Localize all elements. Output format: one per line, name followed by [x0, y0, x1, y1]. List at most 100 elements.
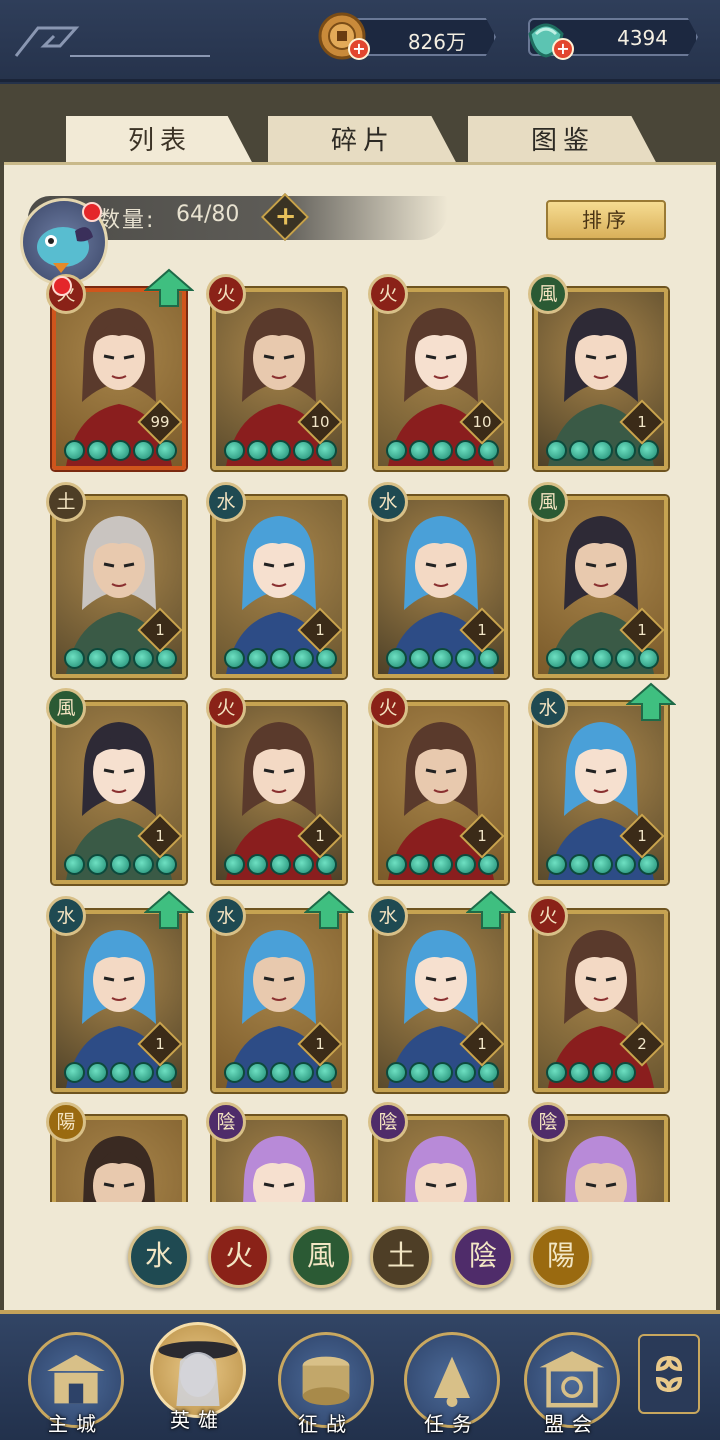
star-icon	[110, 1062, 131, 1083]
element-badge-wind: 風	[528, 274, 568, 314]
star-icon	[224, 440, 245, 461]
top-bar: 826万 + 4394 +	[0, 0, 720, 82]
level-value: 2	[637, 1035, 647, 1053]
bottom-nav: 主城 英雄 征战 任务 盟会	[0, 1310, 720, 1440]
tab-fragments[interactable]: 碎片	[268, 116, 458, 166]
nav-quests-button[interactable]: 任务	[402, 1330, 502, 1440]
hero-card[interactable]: 1	[52, 496, 186, 678]
star-icon	[133, 648, 154, 669]
hero-card[interactable]: 1	[534, 496, 668, 678]
hero-count-value: 64/80	[176, 202, 240, 227]
star-icon	[110, 648, 131, 669]
level-value: 1	[637, 827, 647, 845]
element-badge-water: 水	[206, 896, 246, 936]
level-value: 1	[477, 1035, 487, 1053]
hero-card[interactable]: 1	[534, 288, 668, 470]
star-icon	[247, 440, 268, 461]
filter-earth-button[interactable]: 土	[370, 1226, 432, 1288]
star-icon	[133, 854, 154, 875]
level-value: 1	[315, 1035, 325, 1053]
hero-portrait-icon	[158, 1341, 238, 1406]
star-icon	[546, 648, 567, 669]
upgrade-arrow-icon	[466, 890, 516, 929]
star-icon	[409, 854, 430, 875]
filter-wind-button[interactable]: 風	[290, 1226, 352, 1288]
hero-card[interactable]: 1	[212, 702, 346, 884]
star-icon	[247, 1062, 268, 1083]
star-icon	[270, 648, 291, 669]
filter-water-button[interactable]: 水	[128, 1226, 190, 1288]
star-icon	[293, 648, 314, 669]
star-icon	[133, 440, 154, 461]
level-value: 1	[155, 1035, 165, 1053]
filter-yin-button[interactable]: 陰	[452, 1226, 514, 1288]
star-icon	[224, 1062, 245, 1083]
notification-dot	[82, 202, 102, 222]
hero-card[interactable]: 1	[534, 702, 668, 884]
element-badge-fire: 火	[368, 274, 408, 314]
level-value: 10	[472, 413, 492, 431]
hero-card[interactable]: 1	[374, 910, 508, 1092]
star-icon	[247, 648, 268, 669]
hero-card[interactable]: 2	[534, 910, 668, 1092]
hero-card[interactable]: 1	[212, 496, 346, 678]
hero-card[interactable]: 1	[52, 702, 186, 884]
star-icon	[592, 648, 613, 669]
star-icon	[386, 440, 407, 461]
star-icon	[569, 648, 590, 669]
level-value: 1	[637, 413, 647, 431]
sort-button[interactable]: 排序	[546, 200, 666, 240]
flower-menu-icon	[655, 1355, 683, 1393]
more-menu-button[interactable]	[638, 1334, 700, 1414]
hero-count-label: 数量:	[98, 208, 156, 233]
element-badge-water: 水	[206, 482, 246, 522]
element-badge-water: 水	[368, 482, 408, 522]
nav-campaign-button[interactable]: 征战	[276, 1330, 376, 1440]
star-icon	[224, 854, 245, 875]
hero-card[interactable]: 99	[52, 288, 186, 470]
upgrade-arrow-icon	[144, 268, 194, 307]
hero-card[interactable]: 10	[374, 288, 508, 470]
star-icon	[409, 1062, 430, 1083]
filter-yang-button[interactable]: 陽	[530, 1226, 592, 1288]
element-badge-fire: 火	[368, 688, 408, 728]
star-icon	[409, 648, 430, 669]
tab-codex[interactable]: 图鉴	[468, 116, 658, 166]
nav-heroes-button[interactable]: 英雄	[148, 1320, 248, 1432]
star-icon	[293, 1062, 314, 1083]
hero-card[interactable]: 10	[212, 288, 346, 470]
star-icon	[455, 854, 476, 875]
hero-card[interactable]: 1	[212, 910, 346, 1092]
level-value: 10	[310, 413, 330, 431]
element-badge-fire: 火	[206, 688, 246, 728]
nav-guild-button[interactable]: 盟会	[522, 1330, 622, 1440]
star-icon	[432, 1062, 453, 1083]
hero-card[interactable]: 1	[374, 702, 508, 884]
star-icon	[247, 854, 268, 875]
nav-home-button[interactable]: 主城	[26, 1330, 126, 1440]
star-icon	[455, 648, 476, 669]
level-value: 1	[315, 827, 325, 845]
add-jade-button[interactable]: +	[552, 38, 574, 60]
hero-card[interactable]: 1	[52, 910, 186, 1092]
level-value: 99	[150, 413, 170, 431]
hero-card[interactable]: 1	[374, 496, 508, 678]
element-badge-fire: 火	[528, 896, 568, 936]
star-rating	[546, 1062, 636, 1084]
star-icon	[64, 440, 85, 461]
filter-fire-button[interactable]: 火	[208, 1226, 270, 1288]
element-badge-yin: 陰	[528, 1102, 568, 1142]
tab-list[interactable]: 列表	[66, 116, 254, 166]
star-icon	[87, 648, 108, 669]
element-filter-row: 水火風土陰陽	[0, 1226, 720, 1292]
add-coin-button[interactable]: +	[348, 38, 370, 60]
level-value: 1	[477, 827, 487, 845]
element-badge-fire: 火	[206, 274, 246, 314]
star-icon	[87, 1062, 108, 1083]
star-icon	[592, 854, 613, 875]
cloud-ornament-icon	[14, 26, 210, 57]
star-icon	[64, 854, 85, 875]
jade-value: 4394	[617, 26, 668, 50]
star-icon	[432, 854, 453, 875]
element-badge-water: 水	[46, 896, 86, 936]
